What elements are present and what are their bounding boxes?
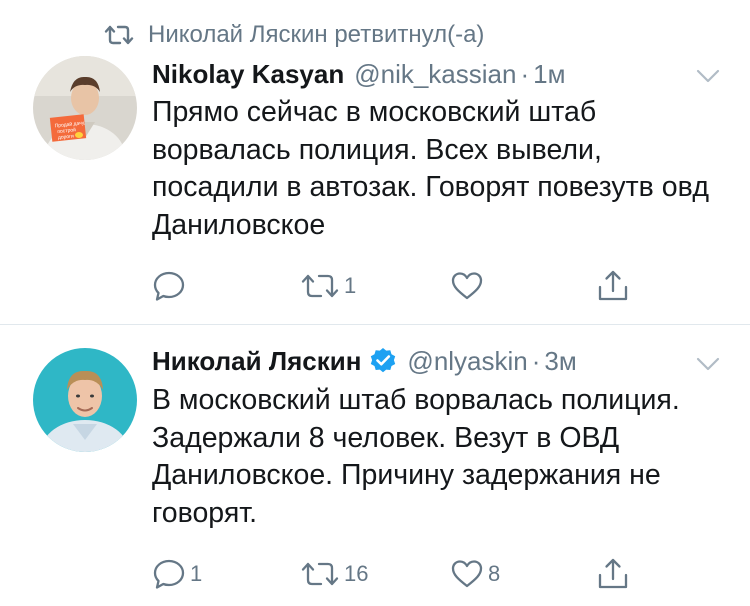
reply-button[interactable] bbox=[152, 268, 190, 304]
like-button[interactable] bbox=[450, 268, 488, 304]
verified-badge-icon bbox=[371, 348, 396, 373]
tweet[interactable]: Продай дачу, построй дороги Nikolay Kasy… bbox=[0, 0, 750, 324]
avatar[interactable] bbox=[33, 348, 137, 452]
chevron-down-icon[interactable] bbox=[696, 356, 720, 372]
tweet-actions: 1 16 8 bbox=[150, 556, 650, 592]
reply-count: 1 bbox=[190, 561, 203, 586]
tweet-text: Прямо сейчас в московский штаб ворвалась… bbox=[152, 96, 710, 241]
retweet-count: 1 bbox=[344, 273, 357, 298]
timestamp[interactable]: 1м bbox=[533, 59, 565, 90]
tweet-header: Nikolay Kasyan @nik_kassian · 1м bbox=[152, 56, 565, 92]
tweet[interactable]: Николай Ляскин @nlyaskin · 3м В московск… bbox=[0, 325, 750, 606]
tweet-actions: 1 bbox=[150, 268, 650, 304]
share-icon bbox=[598, 558, 628, 589]
user-handle[interactable]: @nlyaskin bbox=[407, 346, 527, 377]
like-count: 8 bbox=[488, 561, 501, 586]
heart-icon bbox=[451, 272, 483, 300]
heart-icon bbox=[451, 560, 483, 588]
reply-icon bbox=[153, 559, 185, 589]
reply-icon bbox=[153, 271, 185, 301]
share-button[interactable] bbox=[596, 556, 630, 592]
user-handle[interactable]: @nik_kassian bbox=[354, 59, 516, 90]
share-icon bbox=[598, 270, 628, 301]
avatar[interactable]: Продай дачу, построй дороги bbox=[33, 56, 137, 160]
timestamp[interactable]: 3м bbox=[544, 346, 576, 377]
share-button[interactable] bbox=[596, 268, 630, 304]
avatar-image bbox=[33, 348, 137, 452]
separator-dot: · bbox=[531, 345, 541, 376]
like-button[interactable]: 8 bbox=[450, 556, 500, 592]
separator-dot: · bbox=[520, 58, 530, 89]
retweet-count: 16 bbox=[344, 561, 369, 586]
display-name[interactable]: Nikolay Kasyan bbox=[152, 59, 344, 90]
reply-button[interactable]: 1 bbox=[152, 556, 202, 592]
avatar-image: Продай дачу, построй дороги bbox=[33, 56, 137, 160]
chevron-down-icon[interactable] bbox=[696, 68, 720, 84]
retweet-button[interactable]: 16 bbox=[300, 556, 368, 592]
retweet-icon bbox=[301, 562, 339, 586]
tweet-text: В московский штаб ворвалась полиция. Зад… bbox=[152, 384, 680, 529]
tweet-header: Николай Ляскин @nlyaskin · 3м bbox=[152, 343, 577, 379]
display-name[interactable]: Николай Ляскин bbox=[152, 346, 361, 377]
retweet-icon bbox=[301, 274, 339, 298]
retweet-button[interactable]: 1 bbox=[300, 268, 356, 304]
